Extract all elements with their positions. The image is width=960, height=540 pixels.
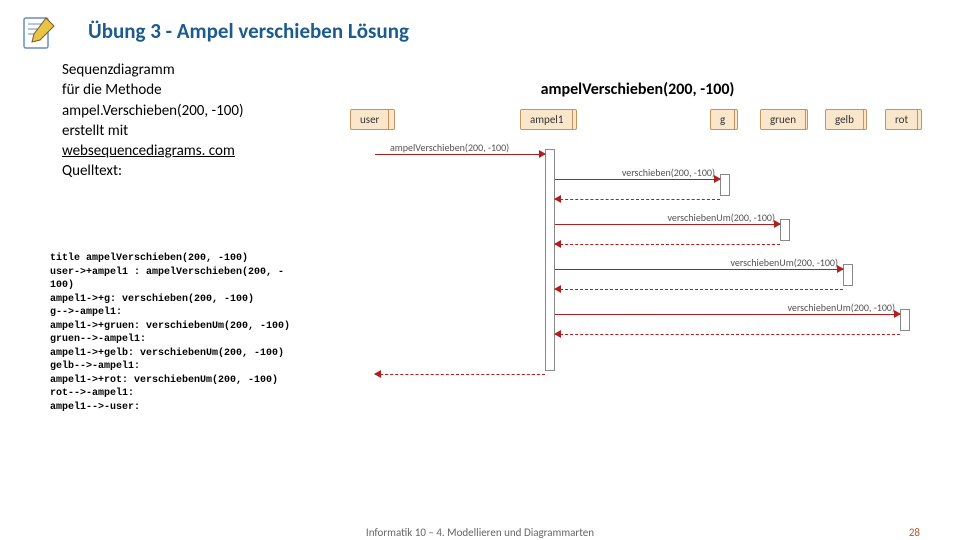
message: verschieben(200, -100) [555,169,720,183]
message: verschiebenUm(200, -100) [555,214,780,228]
return [555,324,900,338]
desc-line: ampel.Verschieben(200, -100) [62,101,244,121]
actor-label: ampel1 [520,109,573,130]
actor-gelb: gelb gelb [825,109,870,130]
diagram-title: ampelVerschieben(200, -100) [340,80,935,99]
actor-label: gelb [825,109,864,130]
activation-bar [843,264,853,286]
return [555,279,843,293]
actor-g: g g [710,109,740,130]
pencil-note-icon [18,12,58,52]
actor-rot: rot rot [885,109,925,130]
sequence-diagram: ampelVerschieben(200, -100) user user am… [340,80,935,430]
desc-line: Quelltext: [62,161,244,181]
actor-user: user user [350,109,400,130]
lifelines-area: user user ampel1 ampel1 g g gruen gruen … [340,109,935,409]
footer-text: Informatik 10 – 4. Modellieren und Diagr… [0,526,960,539]
description-block: Sequenzdiagramm für die Methode ampel.Ve… [62,60,244,182]
actor-label: rot [885,109,918,130]
message: verschiebenUm(200, -100) [555,304,900,318]
message: ampelVerschieben(200, -100) [375,144,545,158]
actor-label: gruen [760,109,806,130]
desc-line: erstellt mit [62,121,244,141]
wsd-link[interactable]: websequencediagrams. com [62,142,235,160]
page-number: 28 [909,526,920,539]
desc-line: Sequenzdiagramm [62,60,244,80]
activation-bar [900,309,910,331]
source-code: title ampelVerschieben(200, -100) user->… [50,252,290,414]
activation-bar [720,174,730,196]
message: verschiebenUm(200, -100) [555,259,843,273]
return [375,364,545,378]
actor-label: g [710,109,735,130]
return [555,234,780,248]
actor-ampel1: ampel1 ampel1 [520,109,580,130]
return [555,189,720,203]
actor-label: user [350,109,389,130]
desc-line: für die Methode [62,80,244,100]
activation-bar [780,219,790,241]
slide-title: Übung 3 - Ampel verschieben Lösung [88,18,409,44]
actor-gruen: gruen gruen [760,109,810,130]
